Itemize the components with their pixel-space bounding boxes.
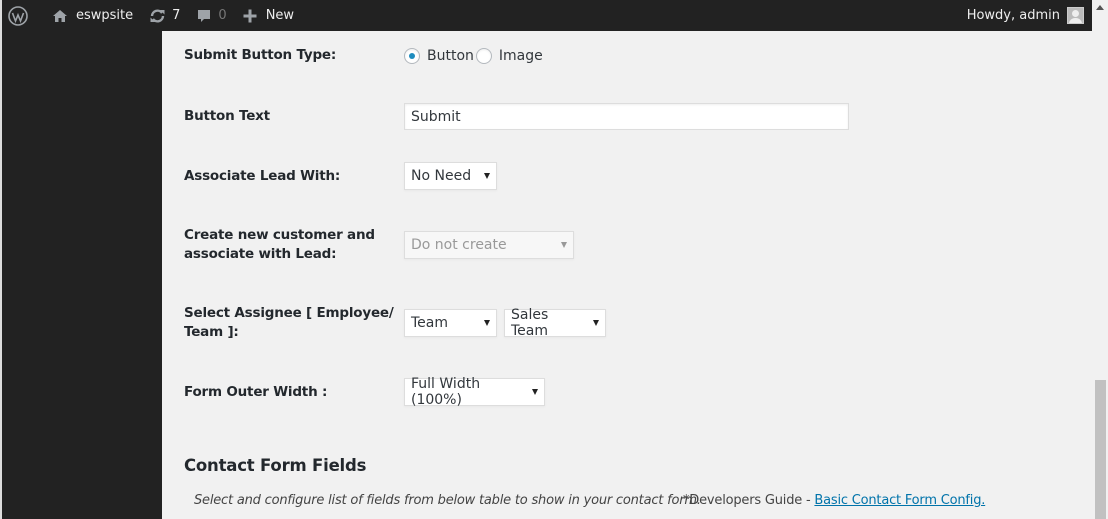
create-customer-label-line1: Create new customer and [184, 227, 375, 243]
comment-icon [198, 9, 211, 22]
scroll-up-arrow-icon[interactable] [1096, 5, 1104, 10]
settings-form: Submit Button Type: Button Image Button … [162, 31, 1092, 519]
developers-guide-prefix: *Developers Guide - [683, 493, 815, 508]
create-customer-value: Do not create [411, 237, 507, 253]
create-customer-label-line2: associate with Lead: [184, 246, 337, 262]
radio-image-type-label: Image [498, 47, 543, 64]
comments-link[interactable]: 0 [188, 0, 234, 31]
submit-button-type-label: Submit Button Type: [184, 47, 337, 63]
outer-width-row: Form Outer Width : Full Width (100%) [184, 376, 552, 408]
button-text-row: Button Text Submit [184, 103, 849, 130]
assignee-row: Select Assignee [ Employee/ Team ]: Team… [184, 304, 613, 342]
assignee-team-select[interactable]: Sales Team [504, 307, 606, 339]
button-text-label: Button Text [184, 108, 270, 124]
radio-button-type[interactable] [404, 47, 420, 64]
chevron-down-icon [561, 242, 567, 248]
scrollbar-thumb[interactable] [1095, 380, 1106, 519]
howdy-greeting: Howdy, admin [966, 8, 1060, 23]
comments-count: 0 [218, 8, 227, 23]
chevron-down-icon [484, 173, 490, 179]
create-customer-label: Create new customer and associate with L… [184, 226, 404, 264]
outer-width-value: Full Width (100%) [411, 376, 481, 408]
create-customer-row: Create new customer and associate with L… [184, 226, 581, 264]
updates-link[interactable]: 7 [141, 0, 188, 31]
contact-form-fields-heading: Contact Form Fields [184, 456, 367, 475]
outer-width-select[interactable]: Full Width (100%) [404, 376, 545, 408]
new-content-link[interactable]: New [235, 0, 302, 31]
chevron-down-icon [532, 389, 538, 395]
assignee-label-line1: Select Assignee [ Employee/ [184, 305, 394, 321]
button-text-input[interactable]: Submit [404, 103, 849, 130]
plus-icon [243, 9, 257, 22]
site-name-link[interactable]: eswpsite [36, 0, 141, 31]
developers-guide: *Developers Guide - Basic Contact Form C… [683, 493, 985, 508]
associate-lead-row: Associate Lead With: No Need [184, 162, 504, 190]
admin-bar: eswpsite 7 0 New Howdy, admin [0, 0, 1092, 31]
updates-icon [150, 8, 165, 23]
assignee-label: Select Assignee [ Employee/ Team ]: [184, 304, 404, 342]
new-label: New [265, 8, 295, 23]
chevron-down-icon [593, 320, 599, 326]
assignee-label-line2: Team ]: [184, 324, 239, 340]
contact-form-fields-description: Select and configure list of fields from… [194, 493, 701, 508]
avatar [1067, 7, 1084, 24]
assignee-team-value: Sales Team [511, 307, 549, 339]
wordpress-icon [8, 5, 28, 26]
associate-lead-select[interactable]: No Need [404, 162, 497, 190]
updates-count: 7 [172, 8, 181, 23]
wordpress-logo-button[interactable] [2, 0, 36, 31]
my-account-menu[interactable]: Howdy, admin [967, 7, 1092, 24]
create-customer-select: Do not create [404, 231, 574, 259]
submit-button-type-row: Submit Button Type: Button Image [184, 46, 545, 65]
radio-button-type-label: Button [427, 47, 474, 64]
chevron-down-icon [484, 320, 490, 326]
home-icon [53, 9, 67, 22]
associate-lead-label: Associate Lead With: [184, 167, 341, 184]
site-name: eswpsite [76, 8, 134, 23]
outer-width-label: Form Outer Width : [184, 383, 328, 400]
basic-contact-form-config-link[interactable]: Basic Contact Form Config. [814, 493, 985, 508]
assignee-type-select[interactable]: Team [404, 309, 497, 337]
assignee-type-value: Team [411, 315, 449, 331]
radio-image-type[interactable] [475, 47, 492, 64]
associate-lead-value: No Need [411, 168, 472, 184]
admin-sidebar [0, 31, 162, 519]
